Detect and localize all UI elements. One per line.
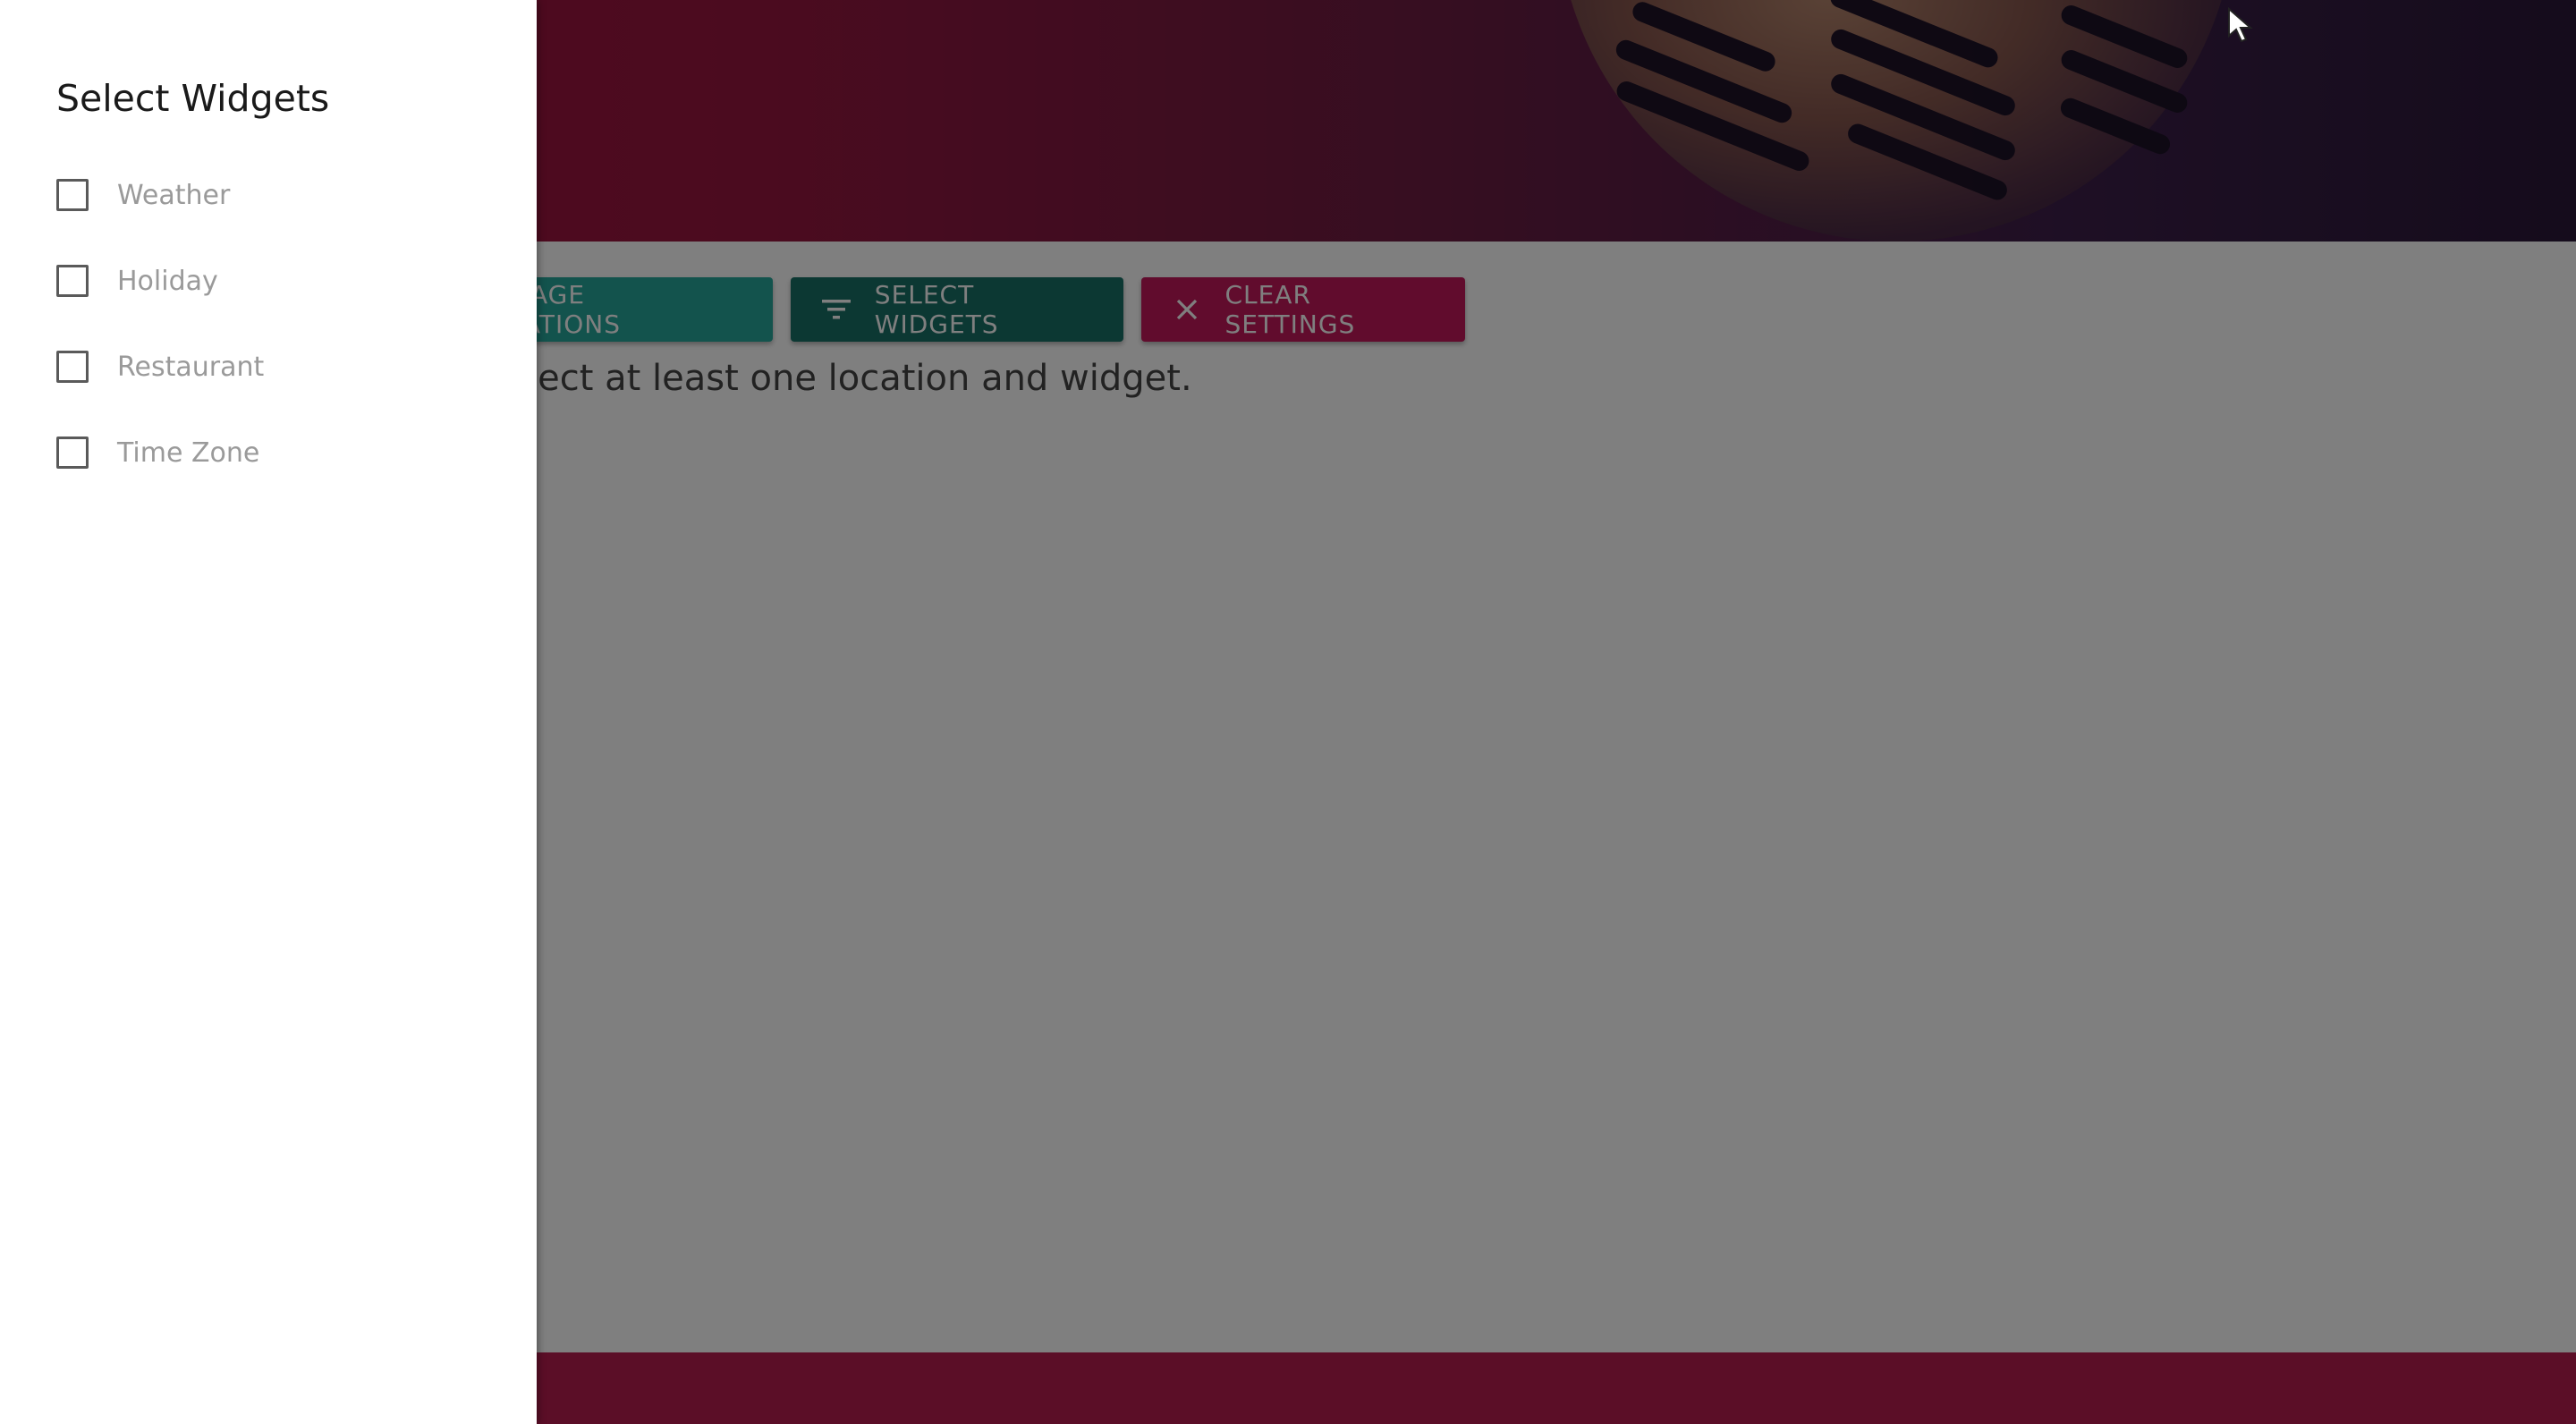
widget-option-label: Weather [117, 179, 231, 211]
weather-checkbox[interactable] [56, 179, 89, 211]
widget-option-label: Time Zone [117, 437, 260, 469]
widget-option-label: Holiday [117, 265, 218, 297]
widget-option-weather[interactable]: Weather [56, 168, 230, 222]
widget-option-label: Restaurant [117, 351, 265, 383]
restaurant-checkbox[interactable] [56, 351, 89, 383]
drawer-title: Select Widgets [56, 77, 330, 120]
widget-option-time-zone[interactable]: Time Zone [56, 426, 259, 479]
widget-option-holiday[interactable]: Holiday [56, 254, 218, 308]
app-page: MANAGE LOCATIONS SELECT WIDGETS CLEAR SE… [0, 0, 2576, 1424]
widget-drawer: Select Widgets Weather Holiday Restauran… [0, 0, 537, 1424]
holiday-checkbox[interactable] [56, 265, 89, 297]
widget-option-restaurant[interactable]: Restaurant [56, 340, 264, 394]
mouse-cursor-icon [2227, 6, 2254, 43]
time-zone-checkbox[interactable] [56, 437, 89, 469]
